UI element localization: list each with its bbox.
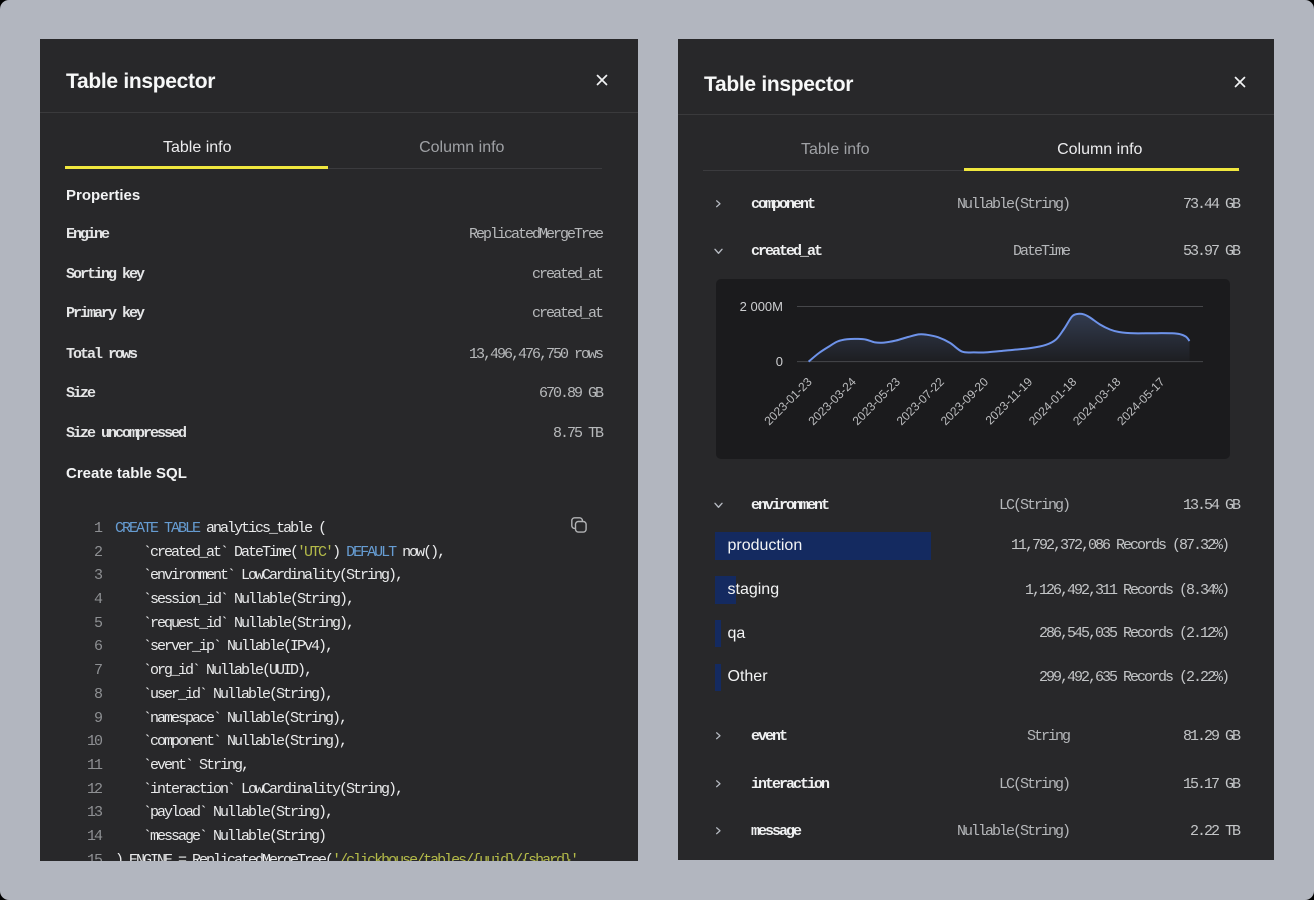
svg-text:2023-09-20: 2023-09-20: [938, 374, 992, 428]
svg-text:2 000M: 2 000M: [740, 299, 783, 314]
svg-text:0: 0: [776, 354, 783, 369]
svg-text:2024-05-17: 2024-05-17: [1114, 374, 1168, 428]
